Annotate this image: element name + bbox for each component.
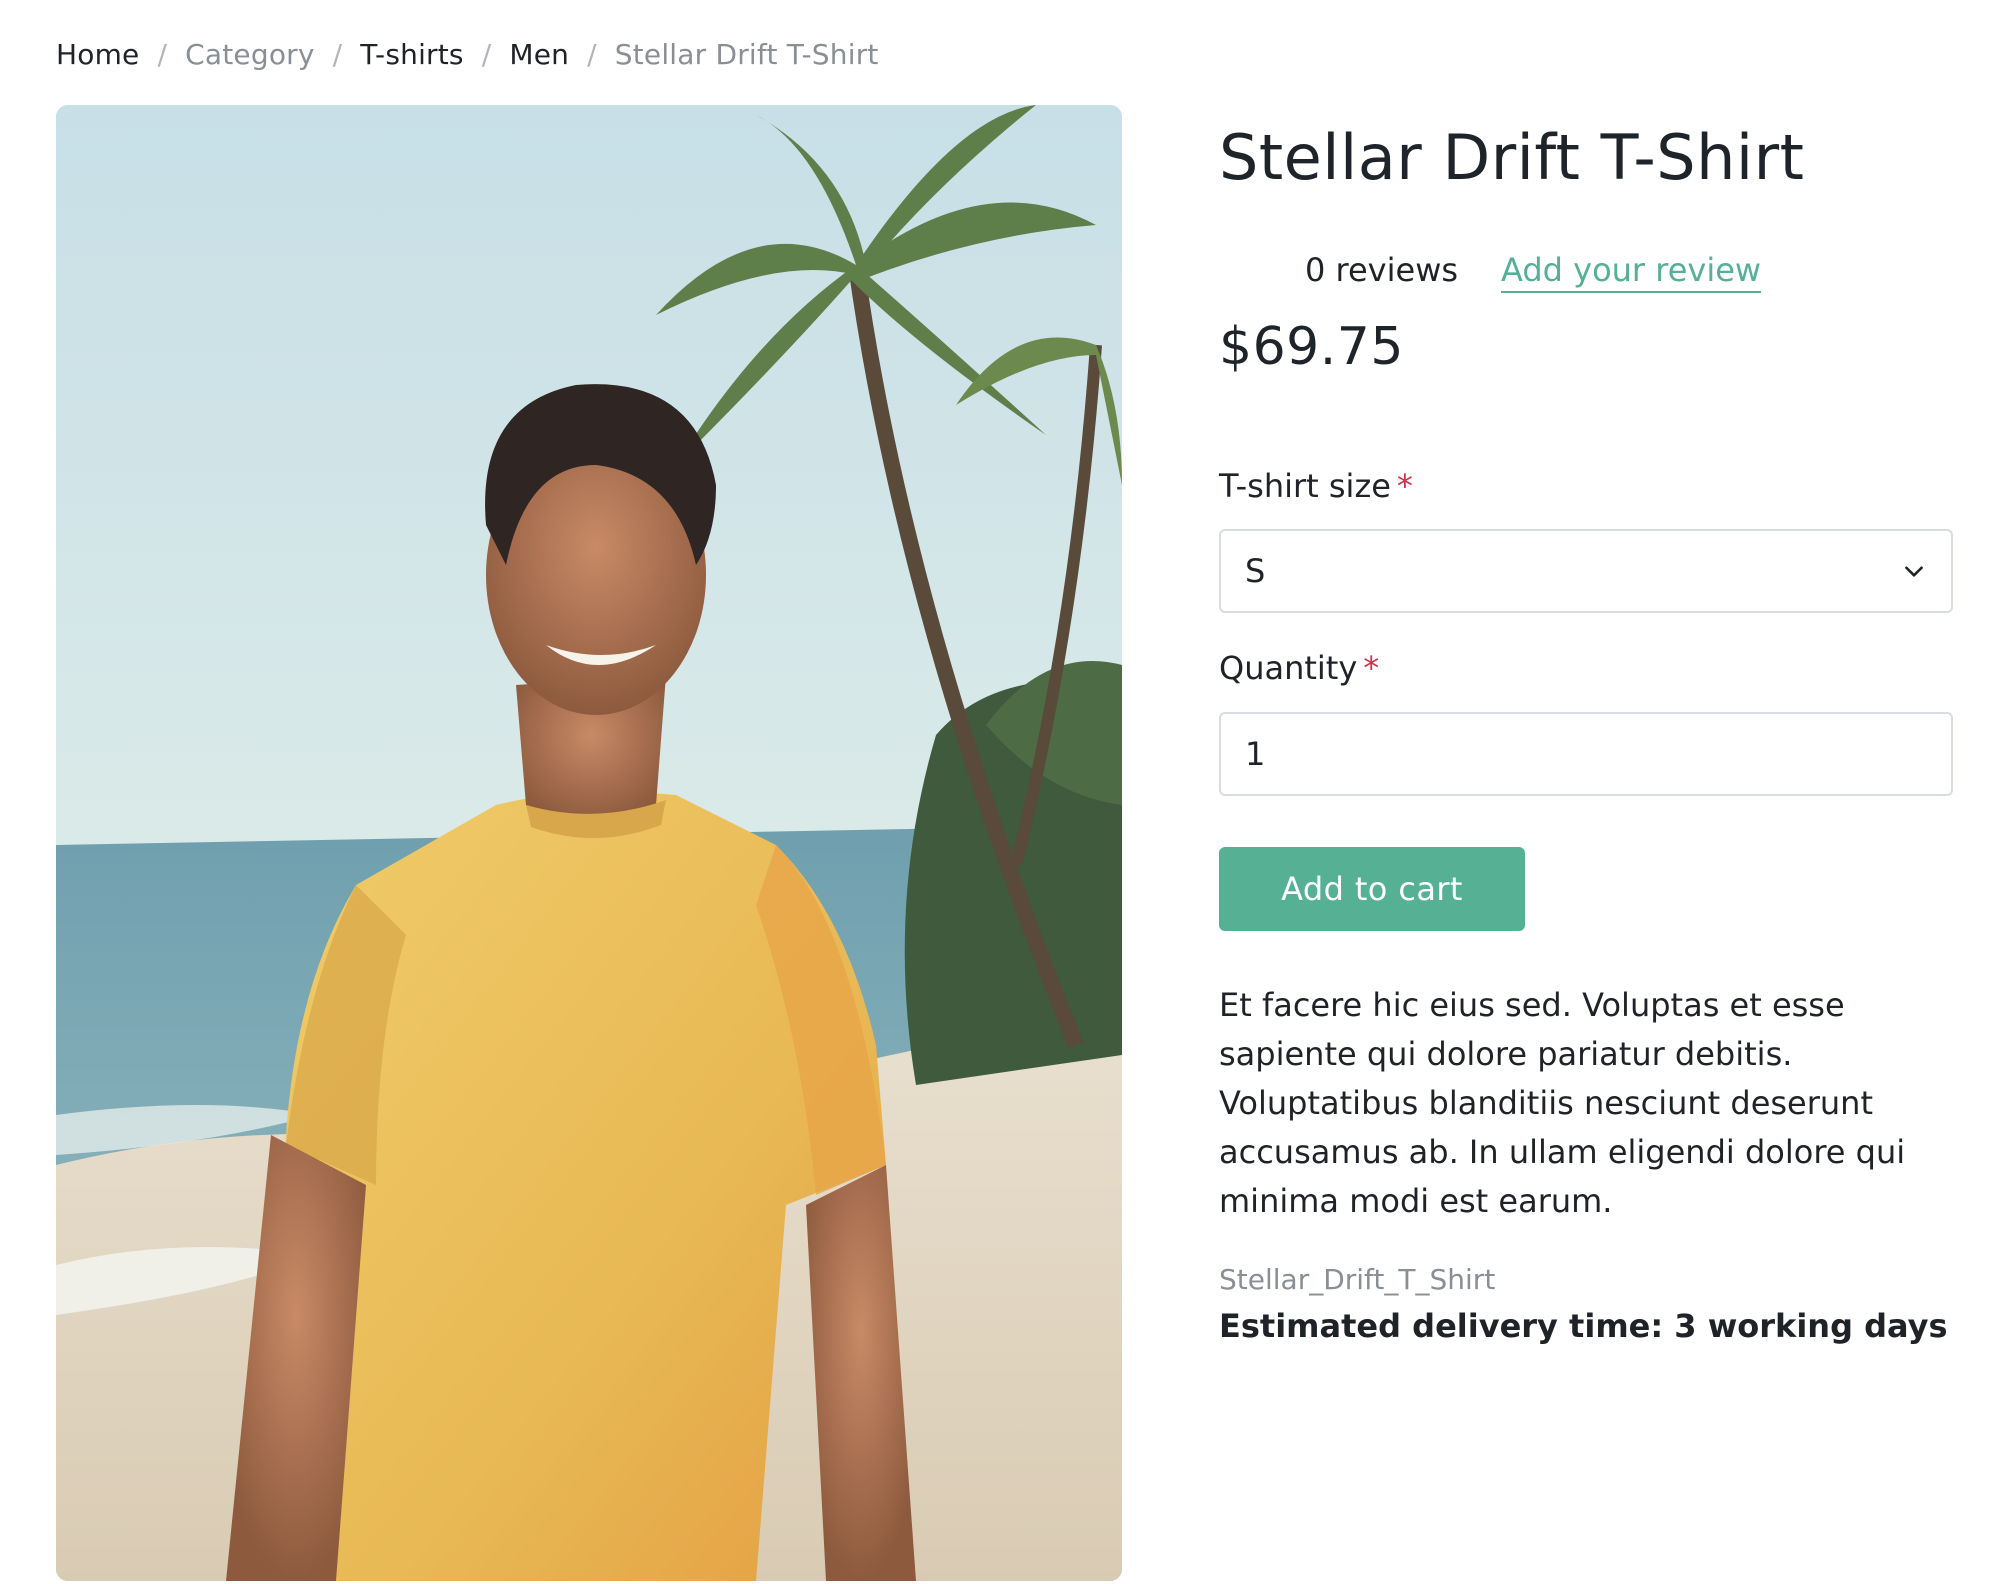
add-to-cart-button[interactable]: Add to cart: [1219, 847, 1525, 931]
product-price: $69.75: [1219, 317, 1404, 377]
size-select-value: S: [1245, 552, 1266, 590]
breadcrumb-home[interactable]: Home: [56, 38, 140, 71]
product-description: Et facere hic eius sed. Voluptas et esse…: [1219, 986, 1906, 1220]
quantity-input[interactable]: 1: [1219, 712, 1953, 796]
quantity-field-label: Quantity *: [1219, 649, 1379, 687]
chevron-down-icon: [1905, 566, 1923, 577]
delivery-estimate: Estimated delivery time: 3 working days: [1219, 1307, 1948, 1345]
breadcrumb-separator: /: [587, 37, 597, 71]
required-asterisk: *: [1363, 649, 1380, 687]
product-photo: [56, 105, 1122, 1581]
reviews-row: 0 reviews Add your review: [1219, 245, 1953, 299]
size-label-text: T-shirt size: [1219, 467, 1391, 505]
product-image[interactable]: [56, 105, 1122, 1581]
quantity-value: 1: [1245, 735, 1266, 773]
breadcrumb: Home / Category / T-shirts / Men / Stell…: [56, 34, 879, 74]
breadcrumb-current: Stellar Drift T-Shirt: [614, 37, 879, 71]
breadcrumb-category[interactable]: Category: [185, 38, 315, 71]
breadcrumb-tshirts[interactable]: T-shirts: [360, 38, 463, 71]
product-sku: Stellar_Drift_T_Shirt: [1219, 1263, 1496, 1296]
product-title: Stellar Drift T-Shirt: [1219, 121, 1805, 194]
quantity-label-text: Quantity: [1219, 649, 1358, 687]
size-select[interactable]: S: [1219, 529, 1953, 613]
size-field-label: T-shirt size *: [1219, 467, 1413, 505]
breadcrumb-separator: /: [157, 37, 168, 71]
required-asterisk: *: [1396, 467, 1413, 505]
breadcrumb-separator: /: [481, 37, 492, 71]
add-review-link[interactable]: Add your review: [1501, 251, 1762, 293]
review-count: 0 reviews: [1305, 251, 1459, 289]
breadcrumb-men[interactable]: Men: [509, 38, 569, 71]
breadcrumb-separator: /: [332, 37, 343, 71]
